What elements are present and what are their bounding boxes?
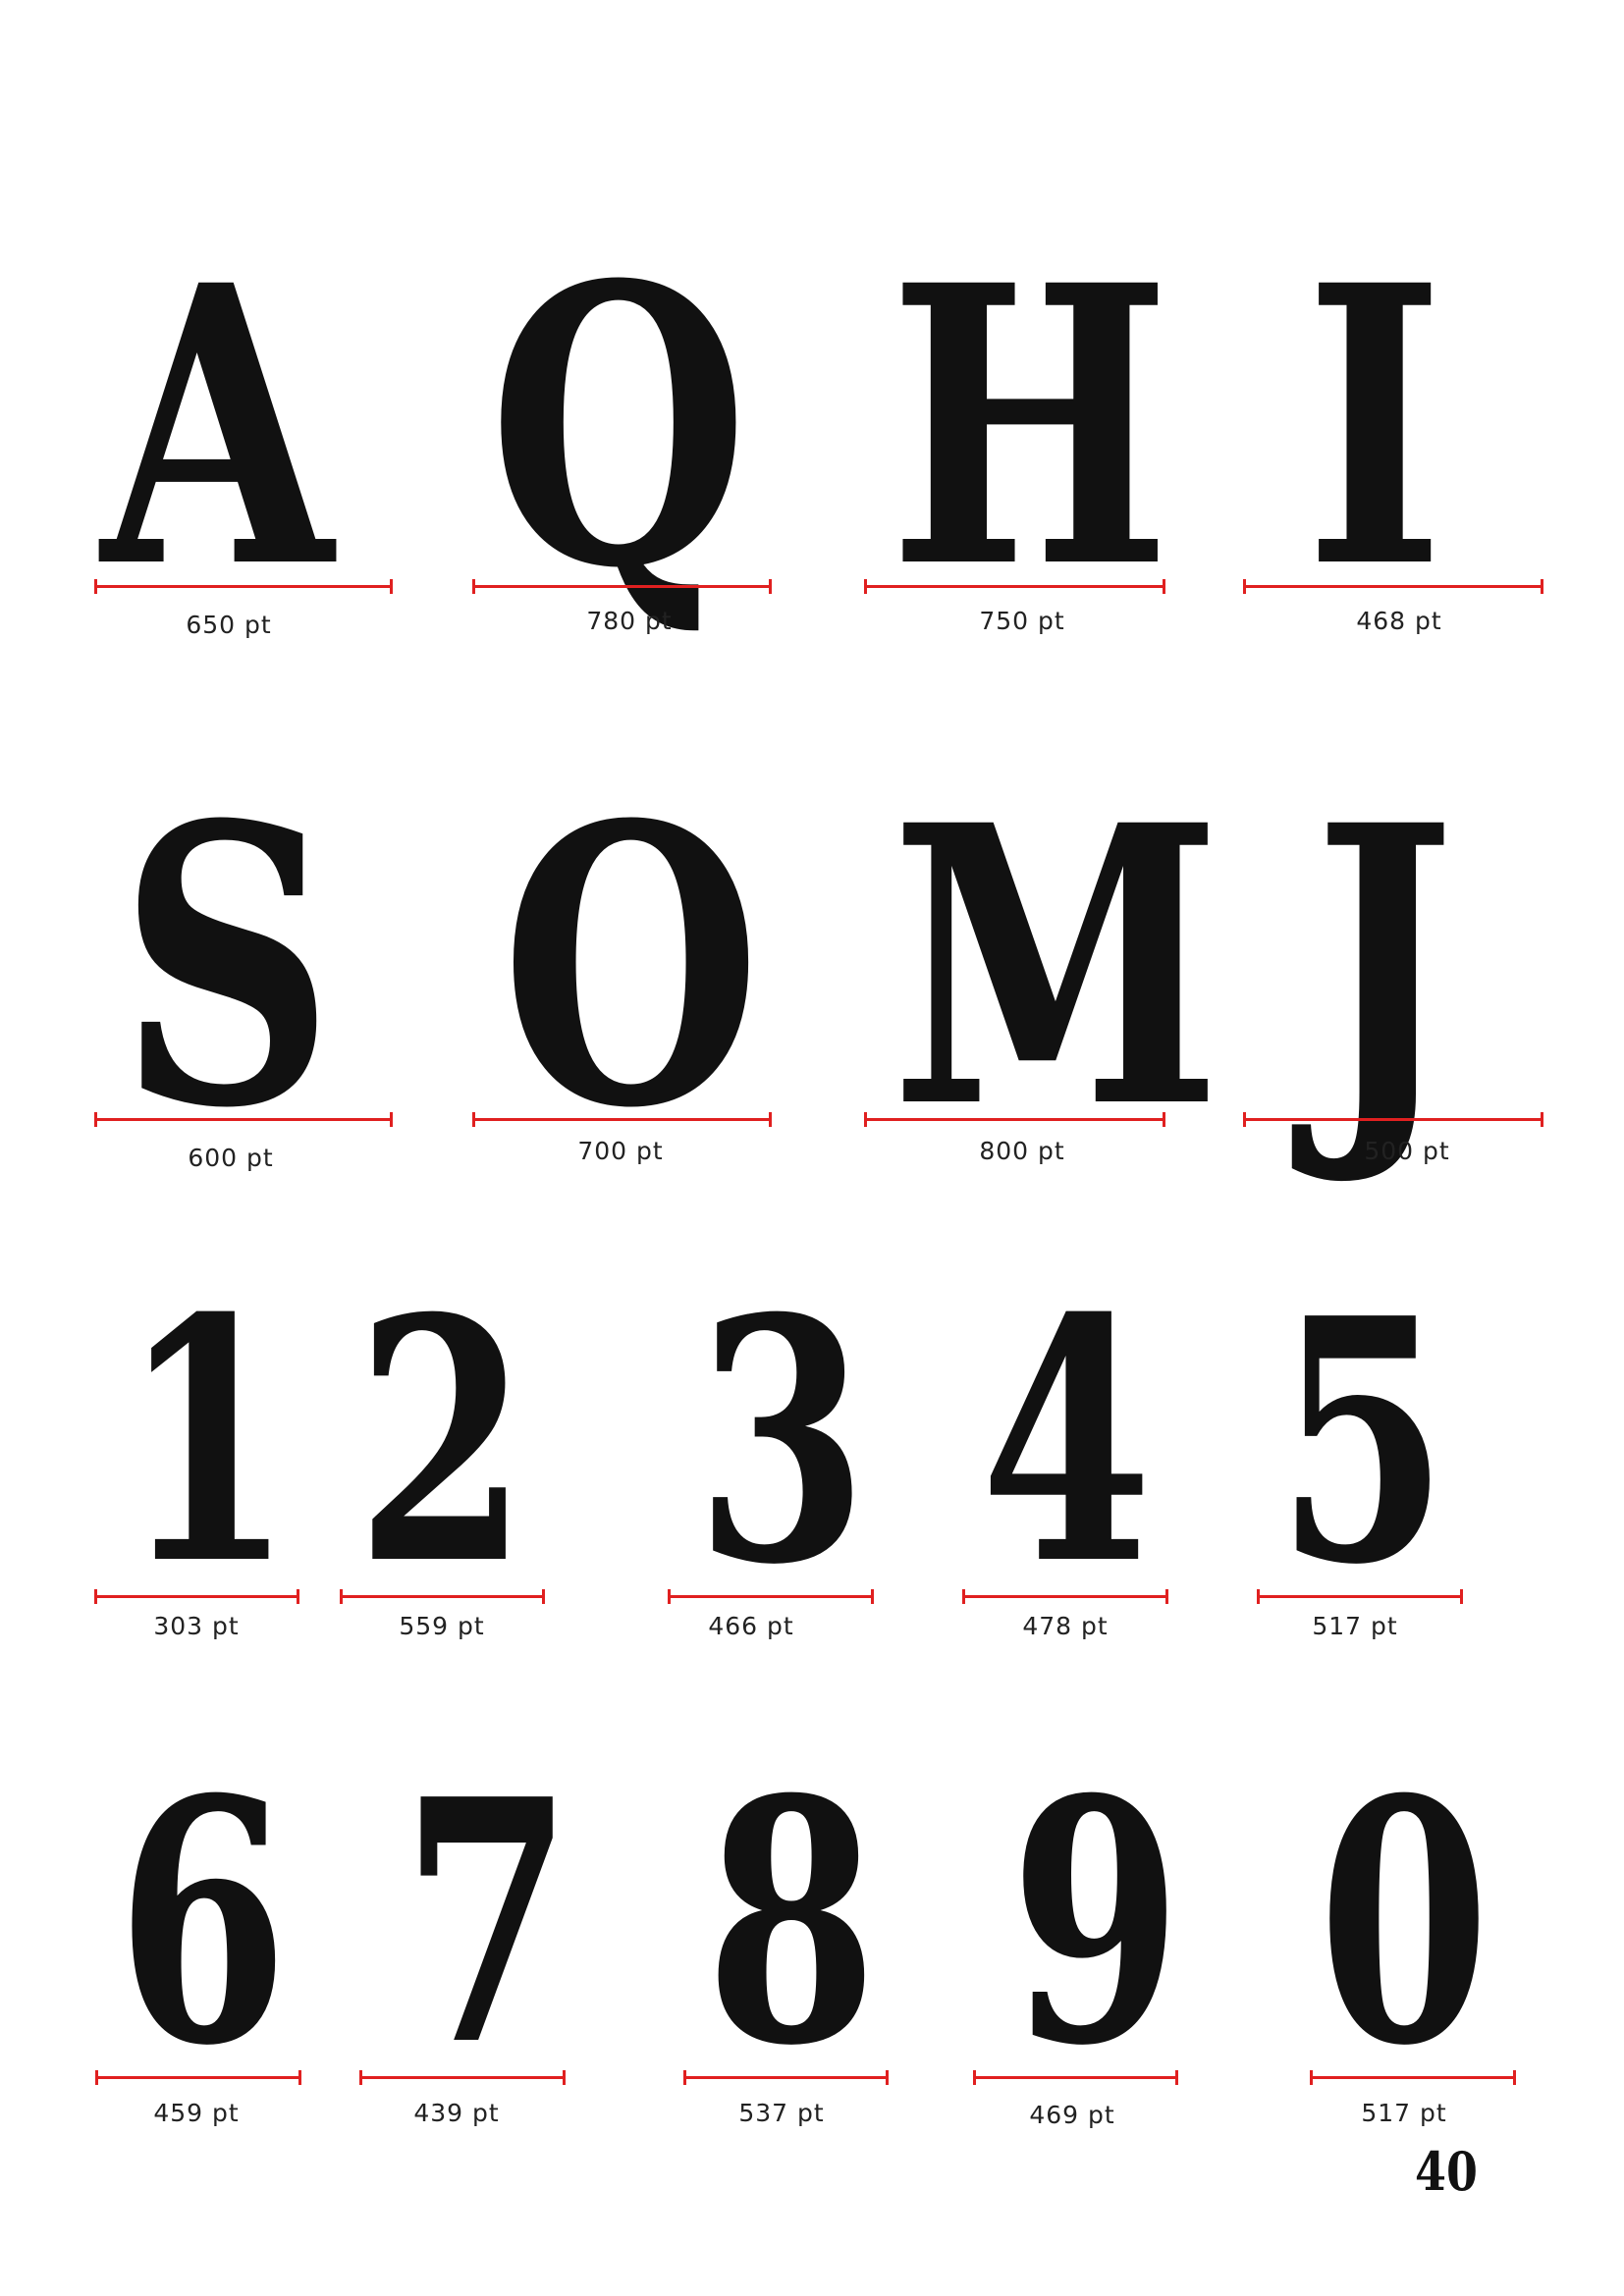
width-label: 780 pt [586, 607, 673, 635]
width-label: 517 pt [1361, 2099, 1447, 2127]
glyph-Q: Q [488, 202, 749, 652]
width-ruler [973, 2070, 1178, 2085]
width-ruler [864, 579, 1165, 594]
width-label: 800 pt [979, 1137, 1065, 1165]
width-label: 466 pt [708, 1612, 794, 1640]
width-ruler [962, 1589, 1168, 1604]
glyph-3: 3 [695, 1247, 868, 1638]
width-ruler [95, 2070, 301, 2085]
glyph-A: A [101, 202, 334, 652]
specimen-page: A 650 pt Q 780 pt H 750 pt I 468 pt S 60… [0, 0, 1624, 2296]
width-label: 459 pt [153, 2099, 240, 2127]
width-label: 750 pt [979, 607, 1065, 635]
glyph-5: 5 [1275, 1247, 1448, 1638]
width-ruler [94, 579, 393, 594]
width-ruler [668, 1589, 874, 1604]
width-label: 468 pt [1356, 607, 1442, 635]
width-ruler [1310, 2070, 1516, 2085]
width-ruler [864, 1112, 1165, 1127]
width-label: 469 pt [1029, 2101, 1115, 2129]
width-label: 303 pt [153, 1612, 240, 1640]
width-label: 600 pt [188, 1144, 274, 1172]
glyph-1: 1 [121, 1247, 294, 1638]
width-label: 439 pt [413, 2099, 500, 2127]
width-ruler [1243, 1112, 1543, 1127]
width-ruler [683, 2070, 889, 2085]
width-label: 500 pt [1364, 1137, 1450, 1165]
width-ruler [1257, 1589, 1463, 1604]
width-ruler [359, 2070, 566, 2085]
glyph-M: M [891, 742, 1222, 1192]
glyph-I: I [1304, 202, 1445, 652]
width-label: 650 pt [186, 611, 272, 639]
width-ruler [94, 1112, 393, 1127]
glyph-9: 9 [1009, 1728, 1182, 2119]
width-label: 700 pt [577, 1137, 664, 1165]
glyph-H: H [889, 202, 1171, 652]
width-label: 517 pt [1312, 1612, 1398, 1640]
width-label: 478 pt [1022, 1612, 1109, 1640]
width-ruler [1243, 579, 1543, 594]
glyph-6: 6 [116, 1728, 289, 2119]
width-label: 537 pt [738, 2099, 825, 2127]
width-ruler [340, 1589, 545, 1604]
width-label: 559 pt [399, 1612, 485, 1640]
width-ruler [472, 579, 772, 594]
glyph-8: 8 [705, 1728, 878, 2119]
glyph-2: 2 [355, 1247, 528, 1638]
width-ruler [94, 1589, 299, 1604]
glyph-7: 7 [401, 1728, 573, 2119]
glyph-4: 4 [980, 1247, 1153, 1638]
page-number: 40 [1415, 2140, 1478, 2203]
glyph-J: J [1314, 742, 1455, 1192]
glyph-S: S [118, 742, 335, 1192]
width-ruler [472, 1112, 772, 1127]
glyph-O: O [501, 742, 762, 1192]
glyph-0: 0 [1318, 1728, 1490, 2119]
